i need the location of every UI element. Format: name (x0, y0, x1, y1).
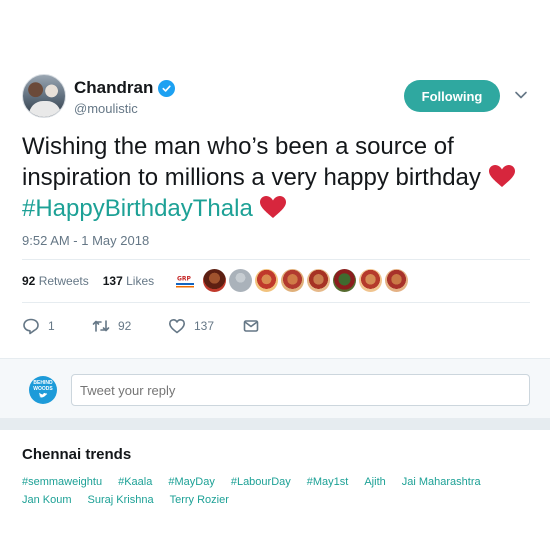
trend-link[interactable]: Suraj Krishna (88, 491, 154, 509)
verified-badge-icon (158, 79, 176, 97)
tweet-stats: 92 Retweets 137 Likes (22, 270, 154, 292)
tweet-text: Wishing the man who’s been a source of i… (22, 131, 532, 224)
retweets-count: 92 (22, 274, 36, 288)
liker-avatar[interactable] (203, 269, 226, 292)
liker-avatar[interactable] (333, 269, 356, 292)
tweet-body-text: Wishing the man who’s been a source of i… (22, 133, 481, 191)
trend-link[interactable]: #May1st (307, 473, 349, 491)
red-heart-icon (488, 164, 516, 188)
trend-link[interactable]: #LabourDay (231, 473, 291, 491)
likes-stat[interactable]: 137 Likes (103, 274, 154, 288)
reply-input[interactable] (71, 374, 530, 406)
direct-message-button[interactable] (242, 317, 260, 335)
tweet-actions: 1 92 137 (22, 316, 260, 336)
liker-logo-avatar[interactable]: GRP (174, 273, 196, 289)
retweet-button[interactable]: 92 (92, 317, 168, 335)
trends-panel: Chennai trends #semmaweightu #Kaala #MayDa… (0, 430, 550, 550)
trend-link[interactable]: Jai Maharashtra (402, 473, 481, 491)
liker-avatar[interactable] (385, 269, 408, 292)
svg-text:GRP: GRP (177, 275, 192, 282)
retweet-icon (92, 320, 110, 332)
tweet-card: Chandran @moulistic Following Wishing th… (0, 0, 550, 358)
bird-icon (39, 392, 48, 398)
trends-title: Chennai trends (22, 446, 132, 463)
following-button[interactable]: Following (404, 80, 500, 112)
reply-button[interactable]: 1 (22, 317, 92, 335)
retweet-count: 92 (118, 319, 132, 333)
hashtag-link[interactable]: #HappyBirthdayThala (22, 195, 253, 222)
likes-label: Likes (126, 274, 155, 288)
trend-link[interactable]: Terry Rozier (170, 491, 229, 509)
trend-link[interactable]: #semmaweightu (22, 473, 102, 491)
trends-list: #semmaweightu #Kaala #MayDay #LabourDay #May… (22, 473, 522, 509)
reply-count: 1 (48, 319, 55, 333)
liker-avatar[interactable] (229, 269, 252, 292)
likes-count: 137 (102, 274, 123, 288)
section-separator (0, 418, 550, 430)
likers-avatar-list: GRP (174, 269, 408, 292)
trend-link[interactable]: Ajith (364, 473, 385, 491)
trend-link[interactable]: Jan Koum (22, 491, 72, 509)
red-heart-icon (259, 195, 287, 219)
reply-composer: BEHIND WOODS (0, 358, 550, 418)
heart-outline-icon (169, 319, 185, 334)
liker-avatar[interactable] (255, 269, 278, 292)
author-avatar[interactable] (22, 74, 66, 118)
retweets-label: Retweets (38, 274, 89, 288)
tweet-timestamp[interactable]: 9:52 AM - 1 May 2018 (22, 233, 149, 248)
tweet-header: Chandran @moulistic Following (22, 74, 532, 120)
divider (22, 259, 530, 260)
chevron-down-icon[interactable] (514, 88, 528, 102)
retweets-stat[interactable]: 92 Retweets (22, 274, 89, 288)
trend-link[interactable]: #MayDay (168, 473, 214, 491)
liker-avatar[interactable] (281, 269, 304, 292)
like-button[interactable]: 137 (168, 317, 242, 335)
author-name[interactable]: Chandran (74, 78, 153, 98)
author-name-row: Chandran (74, 78, 176, 98)
like-count: 137 (194, 319, 215, 333)
reply-icon (23, 318, 39, 335)
current-user-avatar[interactable]: BEHIND WOODS (29, 376, 57, 404)
envelope-icon (243, 320, 259, 332)
liker-avatar[interactable] (307, 269, 330, 292)
divider (22, 302, 530, 303)
liker-avatar[interactable] (359, 269, 382, 292)
trend-link[interactable]: #Kaala (118, 473, 152, 491)
author-handle[interactable]: @moulistic (74, 101, 138, 116)
